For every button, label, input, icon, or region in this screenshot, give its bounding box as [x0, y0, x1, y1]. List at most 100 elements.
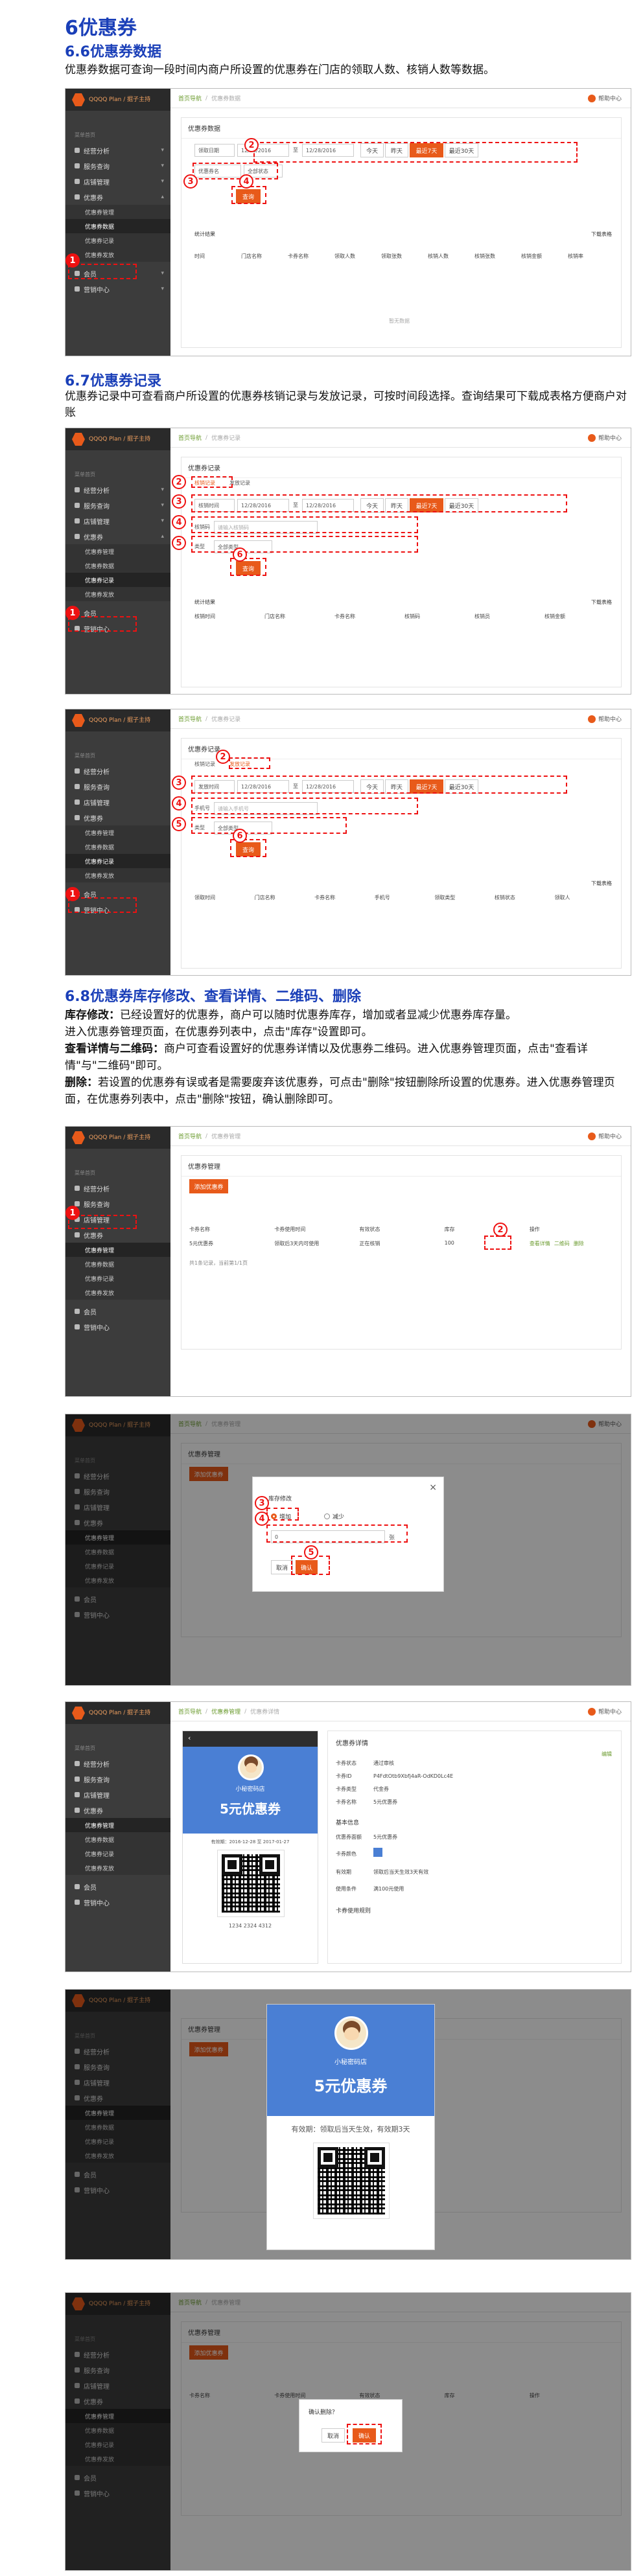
close-icon[interactable]: × [429, 1482, 437, 1493]
submenu-coupon-issue[interactable]: 优惠券发放 [65, 868, 170, 882]
menu-item-marketing[interactable]: 营销中心 [65, 1894, 170, 1910]
menu-item-analysis[interactable]: 经营分析 ▾ [65, 143, 170, 158]
submenu-coupon-mgmt[interactable]: 优惠券管理 [65, 205, 170, 219]
cancel-button[interactable]: 取消 [271, 1560, 293, 1574]
breadcrumb-current: 优惠券管理 [211, 1134, 241, 1140]
submenu-coupon-record[interactable]: 优惠券记录 [65, 573, 170, 587]
date-type-select[interactable]: 领取日期 [194, 144, 235, 157]
submenu-coupon-record[interactable]: 优惠券记录 [65, 233, 170, 247]
delete-link[interactable]: 删除 [574, 1240, 584, 1247]
menu-item-member[interactable]: 会员 [65, 1879, 170, 1894]
col-header: 门店名称 [254, 895, 275, 901]
coupon-qrcode [217, 1850, 285, 1917]
help-link[interactable]: 帮助中心 [587, 94, 622, 102]
col-header: 操作 [529, 1226, 540, 1232]
phone-preview: ‹ 小秘密码店 5元优惠券 有效期：2016-12-28 至 2017-01-2… [182, 1731, 318, 1964]
submenu-coupon-record[interactable]: 优惠券记录 [65, 1271, 170, 1285]
step-4-marker: 4 [172, 515, 186, 529]
breadcrumb-home[interactable]: 首页导航 [178, 1132, 202, 1140]
shop-name: 小秘密码店 [334, 2059, 367, 2066]
menu-label: 店铺管理 [84, 518, 110, 526]
para-stock-line: 库存修改：已经设置好的优惠券，商户可以随时优惠券库存，增加或者显减少优惠券库存量… [65, 1007, 629, 1024]
submenu-coupon-data[interactable]: 优惠券数据 [65, 1832, 170, 1846]
help-link[interactable]: 帮助中心 [587, 433, 622, 442]
para-stock-text: 已经设置好的优惠券，商户可以随时优惠券库存，增加或者显减少优惠券库存量。 [120, 1009, 517, 1022]
breadcrumb-mgmt[interactable]: 优惠券管理 [211, 1707, 240, 1716]
submenu-coupon-data[interactable]: 优惠券数据 [65, 219, 170, 233]
menu-item-service[interactable]: 服务查询 [65, 779, 170, 794]
step-1-marker: 1 [65, 606, 80, 620]
submenu-coupon-issue[interactable]: 优惠券发放 [65, 247, 170, 262]
export-link[interactable]: 下载表格 [591, 599, 612, 606]
menu-item-store[interactable]: 店铺管理 [65, 794, 170, 810]
help-link[interactable]: 帮助中心 [587, 715, 622, 723]
menu-item-coupon[interactable]: 优惠券 ▴ [65, 189, 170, 205]
submenu-coupon-data[interactable]: 优惠券数据 [65, 840, 170, 854]
menu-item-service[interactable]: 服务查询 ▾ [65, 498, 170, 513]
help-link[interactable]: 帮助中心 [587, 1132, 622, 1140]
submenu-coupon-mgmt[interactable]: 优惠券管理 [65, 544, 170, 558]
step-1-marker: 1 [65, 1206, 80, 1220]
kv-row: 卡券状态 通过审核 [336, 1757, 611, 1770]
menu-item-analysis[interactable]: 经营分析 [65, 1756, 170, 1771]
step-5-marker: 5 [172, 817, 186, 831]
menu-item-coupon[interactable]: 优惠券 ▴ [65, 529, 170, 544]
submenu-coupon-issue[interactable]: 优惠券发放 [65, 1285, 170, 1300]
menu-item-coupon[interactable]: 优惠券 [65, 810, 170, 825]
coupon-valid-text: 有效期：领取后当天生效，有效期3天 [291, 2125, 410, 2133]
menu-item-analysis[interactable]: 经营分析 [65, 1180, 170, 1196]
menu-item-marketing[interactable]: 营销中心 [65, 1319, 170, 1335]
col-header: 核销码 [404, 614, 420, 619]
breadcrumb-home[interactable]: 首页导航 [178, 1707, 202, 1716]
brand-name: QQQQ Plan / 掘子主持 [89, 1134, 151, 1141]
step-6-marker: 6 [233, 829, 247, 843]
marker-qty-box [266, 1524, 408, 1543]
chart-icon [75, 1761, 80, 1766]
coupon-mgmt-panel: 优惠券管理 添加优惠券 卡券名称 卡券使用时间 有效状态 库存 操作 5元优惠券 领取后3… [181, 1155, 622, 1350]
marker-stock-box [484, 1236, 511, 1250]
menu-item-analysis[interactable]: 经营分析 ▾ [65, 482, 170, 498]
marker-phone-box [191, 798, 418, 814]
submenu-coupon-record[interactable]: 优惠券记录 [65, 1846, 170, 1861]
menu-item-service[interactable]: 服务查询 [65, 1771, 170, 1787]
breadcrumb-home[interactable]: 首页导航 [178, 715, 202, 723]
qrcode-link[interactable]: 二维码 [554, 1240, 570, 1247]
col-header: 卡券名称 [189, 1226, 210, 1232]
megaphone-icon [75, 1900, 80, 1905]
menu-item-store[interactable]: 店铺管理 [65, 1787, 170, 1802]
submenu-coupon-data[interactable]: 优惠券数据 [65, 1257, 170, 1271]
add-coupon-button[interactable]: 添加优惠券 [189, 1179, 228, 1193]
breadcrumb-home[interactable]: 首页导航 [178, 433, 202, 442]
menu-item-store[interactable]: 店铺管理 ▾ [65, 513, 170, 529]
tab-redeem-record[interactable]: 核销记录 [194, 761, 215, 768]
submenu-coupon-record[interactable]: 优惠券记录 [65, 854, 170, 868]
submenu-coupon-issue[interactable]: 优惠券发放 [65, 587, 170, 601]
menu-item-coupon[interactable]: 优惠券 [65, 1802, 170, 1818]
menu-item-coupon[interactable]: 优惠券 [65, 1227, 170, 1243]
menu-item-store[interactable]: 店铺管理 ▾ [65, 174, 170, 189]
menu-item-service[interactable]: 服务查询 [65, 1196, 170, 1212]
menu-item-marketing[interactable]: 营销中心 ▾ [65, 281, 170, 297]
help-link[interactable]: 帮助中心 [587, 1707, 622, 1716]
submenu-coupon-mgmt[interactable]: 优惠券管理 [65, 825, 170, 840]
cell-name: 5元优惠券 [189, 1241, 214, 1247]
export-link[interactable]: 下载表格 [591, 231, 612, 238]
menu-item-service[interactable]: 服务查询 ▾ [65, 158, 170, 174]
export-link[interactable]: 下载表格 [591, 880, 612, 887]
kv-key: 卡券ID [336, 1773, 352, 1779]
submenu-coupon-issue[interactable]: 优惠券发放 [65, 1861, 170, 1875]
submenu-coupon-data[interactable]: 优惠券数据 [65, 558, 170, 573]
chevron-down-icon: ▾ [161, 518, 164, 524]
submenu-coupon-mgmt[interactable]: 优惠券管理 [65, 1818, 170, 1832]
breadcrumb-sep: / [244, 1708, 247, 1715]
menu-item-analysis[interactable]: 经营分析 [65, 763, 170, 779]
decrease-radio[interactable]: 减少 [324, 1512, 344, 1521]
modal-title: 确认删除？ [309, 2409, 338, 2416]
view-detail-link[interactable]: 查看详情 [530, 1240, 550, 1247]
screenshot-coupon-data: QQQQ Plan / 掘子主持 菜单首页 经营分析 ▾ 服务查询 ▾ 店铺管理 ▾ … [65, 88, 631, 356]
menu-item-member[interactable]: 会员 [65, 1304, 170, 1319]
cancel-button[interactable]: 取消 [322, 2428, 345, 2443]
breadcrumb-home[interactable]: 首页导航 [178, 94, 202, 102]
amount-value: 5元优惠券 [373, 1834, 398, 1840]
submenu-coupon-mgmt[interactable]: 优惠券管理 [65, 1243, 170, 1257]
